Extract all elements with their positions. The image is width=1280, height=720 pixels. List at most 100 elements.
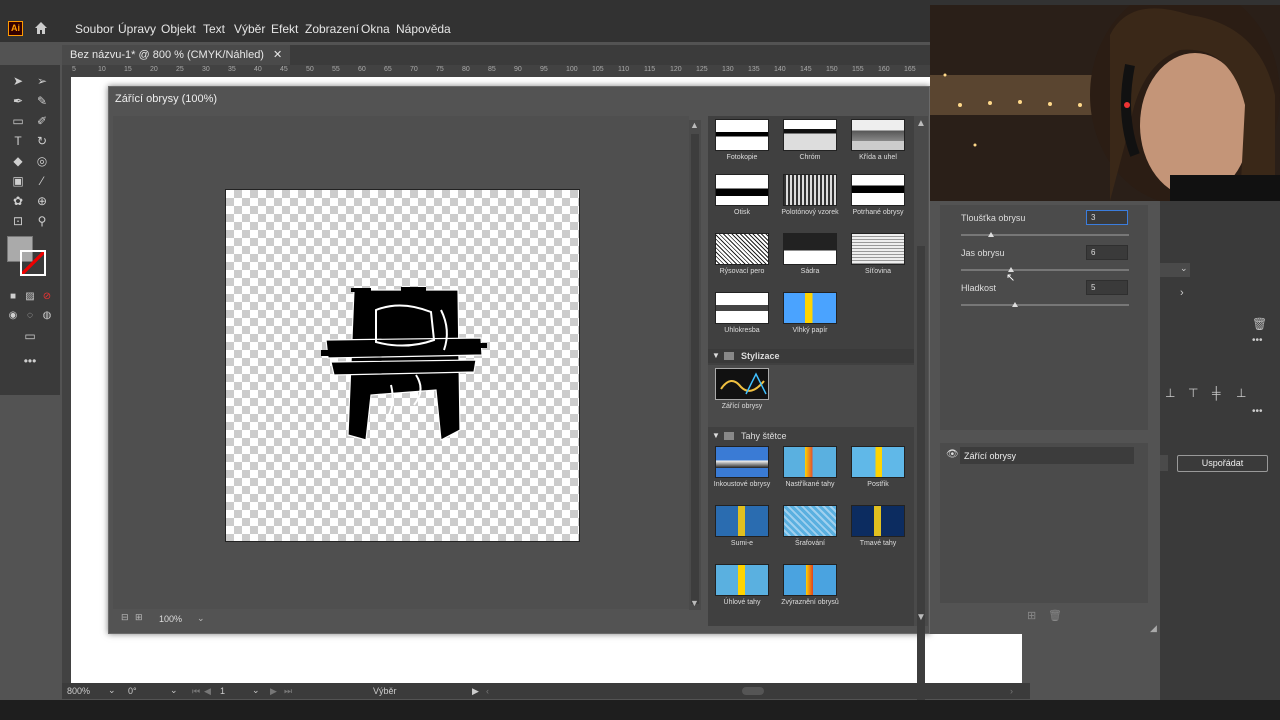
menu-vyber[interactable]: Výběr bbox=[234, 22, 265, 36]
menu-text[interactable]: Text bbox=[203, 22, 225, 36]
section-stylize-header[interactable]: ▼ Stylizace bbox=[708, 349, 914, 363]
artboard-tool-icon[interactable]: ⊡ bbox=[10, 213, 26, 229]
smoothness-slider[interactable] bbox=[961, 304, 1129, 306]
delete-effect-layer-icon[interactable]: 🗑 bbox=[1048, 609, 1062, 622]
section-brush-header[interactable]: ▼ Tahy štětce bbox=[708, 429, 914, 443]
smoothness-input[interactable]: 5 bbox=[1086, 280, 1128, 295]
chevron-down-icon[interactable]: ⌄ bbox=[170, 685, 178, 696]
preview-scrollbar-thumb[interactable] bbox=[691, 134, 699, 604]
home-icon[interactable] bbox=[33, 20, 49, 36]
document-tab[interactable]: Bez názvu-1* @ 800 % (CMYK/Náhled) ✕ bbox=[62, 45, 291, 65]
menu-soubor[interactable]: Soubor bbox=[75, 22, 114, 36]
stroke-color-swatch[interactable] bbox=[20, 250, 46, 276]
scroll-up-icon[interactable]: ▲ bbox=[916, 118, 926, 129]
trash-icon[interactable]: 🗑 bbox=[1252, 317, 1267, 331]
screen-mode-icon[interactable]: ▭ bbox=[22, 328, 38, 344]
filter-sprayed-strokes[interactable]: Nastříkané tahy bbox=[779, 446, 841, 488]
draw-normal-icon[interactable]: ◉ bbox=[5, 308, 21, 324]
chevron-down-icon[interactable]: ⌄ bbox=[252, 685, 260, 696]
filter-crosshatch[interactable]: Šrafování bbox=[779, 505, 841, 547]
smoothness-slider-handle[interactable] bbox=[1011, 302, 1018, 307]
filter-charcoal[interactable]: Uhlokresba bbox=[711, 292, 773, 334]
effect-layer-row[interactable]: 👁 Zářící obrysy bbox=[946, 447, 1134, 464]
visibility-eye-icon[interactable]: 👁 bbox=[946, 449, 959, 460]
filter-chrome[interactable]: Chróm bbox=[779, 119, 841, 161]
status-artboard-number[interactable]: 1 bbox=[220, 686, 225, 696]
new-effect-layer-icon[interactable]: ⊞ bbox=[1027, 609, 1036, 622]
edge-width-slider-handle[interactable] bbox=[988, 232, 995, 237]
filter-halftone[interactable]: Polotónový vzorek bbox=[779, 174, 841, 216]
menu-zobrazeni[interactable]: Zobrazení bbox=[305, 22, 359, 36]
filter-plaster[interactable]: Sádra bbox=[779, 233, 841, 275]
filter-reticulation[interactable]: Síťovina bbox=[847, 233, 909, 275]
gallery-scrollbar-thumb[interactable] bbox=[917, 246, 925, 706]
scroll-up-icon[interactable]: ▲ bbox=[690, 120, 699, 130]
draw-inside-icon[interactable]: ◍ bbox=[39, 308, 55, 324]
filter-chalk-charcoal[interactable]: Křída a uhel bbox=[847, 119, 909, 161]
draw-behind-icon[interactable]: ◌ bbox=[22, 308, 38, 324]
preview-scrollbar[interactable]: ▲ ▼ bbox=[689, 120, 701, 610]
filter-spatter[interactable]: Postřik bbox=[847, 446, 909, 488]
zoom-dropdown-icon[interactable]: ⌄ bbox=[197, 613, 205, 624]
zoom-level[interactable]: 100% bbox=[159, 614, 182, 624]
gradient-tool-icon[interactable]: ▣ bbox=[10, 173, 26, 189]
filter-ink-outlines[interactable]: Inkoustové obrysy bbox=[711, 446, 773, 488]
more-tools-icon[interactable]: ••• bbox=[22, 353, 38, 369]
first-artboard-icon[interactable]: ⏮ bbox=[192, 686, 200, 697]
rotate-tool-icon[interactable]: ↻ bbox=[34, 133, 50, 149]
resize-grip-icon[interactable]: ◢ bbox=[1150, 623, 1157, 634]
filter-graphic-pen[interactable]: Rýsovací pero bbox=[711, 233, 773, 275]
shape-builder-tool-icon[interactable]: ⊕ bbox=[34, 193, 50, 209]
symbol-sprayer-tool-icon[interactable]: ✿ bbox=[10, 193, 26, 209]
scroll-left-icon[interactable]: ‹ bbox=[486, 686, 489, 696]
last-artboard-icon[interactable]: ⏭ bbox=[284, 686, 292, 697]
status-rotation[interactable]: 0° bbox=[128, 686, 137, 696]
pen-tool-icon[interactable]: ✒ bbox=[10, 93, 26, 109]
filter-accented-edges[interactable]: Zvýraznění obrysů bbox=[779, 564, 841, 606]
scroll-down-icon[interactable]: ▼ bbox=[916, 612, 926, 623]
zoom-out-icon[interactable]: ⊟ bbox=[121, 612, 129, 623]
arrange-button[interactable]: Uspořádat bbox=[1177, 455, 1268, 472]
chevron-right-icon[interactable]: › bbox=[1180, 287, 1184, 299]
filter-note-paper[interactable]: Vlhký papír bbox=[779, 292, 841, 334]
edge-width-input[interactable]: 3 bbox=[1086, 210, 1128, 225]
align-top-icon[interactable]: ⊤ bbox=[1188, 386, 1198, 400]
menu-upravy[interactable]: Úpravy bbox=[118, 22, 156, 36]
gradient-color-mode-icon[interactable]: ▨ bbox=[22, 289, 38, 305]
prev-artboard-icon[interactable]: ◀ bbox=[204, 686, 211, 697]
filter-glowing-edges[interactable]: Zářící obrysy bbox=[711, 368, 773, 410]
filter-photocopy[interactable]: Fotokopie bbox=[711, 119, 773, 161]
none-color-mode-icon[interactable]: ⊘ bbox=[39, 289, 55, 305]
status-expand-icon[interactable]: ▶ bbox=[472, 686, 479, 697]
selection-tool-icon[interactable]: ➤ bbox=[10, 73, 26, 89]
next-artboard-icon[interactable]: ▶ bbox=[270, 686, 277, 697]
effect-preview[interactable] bbox=[225, 189, 580, 542]
align-vcenter-icon[interactable]: ╪ bbox=[1212, 386, 1221, 400]
rectangle-tool-icon[interactable]: ▭ bbox=[10, 113, 26, 129]
eraser-tool-icon[interactable]: ◆ bbox=[10, 153, 26, 169]
menu-okna[interactable]: Okna bbox=[361, 22, 390, 36]
lasso-tool-icon[interactable]: ◎ bbox=[34, 153, 50, 169]
menu-efekt[interactable]: Efekt bbox=[271, 22, 298, 36]
close-icon[interactable]: ✕ bbox=[273, 49, 282, 61]
status-zoom[interactable]: 800% bbox=[67, 686, 90, 696]
zoom-in-icon[interactable]: ⊞ bbox=[135, 612, 143, 623]
filter-angled-strokes[interactable]: Úhlové tahy bbox=[711, 564, 773, 606]
filter-torn-edges[interactable]: Potrhané obrysy bbox=[847, 174, 909, 216]
edge-width-slider[interactable] bbox=[961, 234, 1129, 236]
type-tool-icon[interactable]: T bbox=[10, 133, 26, 149]
gallery-scrollbar[interactable]: ▲ ▼ bbox=[914, 116, 928, 706]
edge-brightness-input[interactable]: 6 bbox=[1086, 245, 1128, 260]
zoom-tool-icon[interactable]: ⚲ bbox=[34, 213, 50, 229]
filter-sumi-e[interactable]: Sumi-e bbox=[711, 505, 773, 547]
filter-stamp[interactable]: Otisk bbox=[711, 174, 773, 216]
edge-brightness-slider[interactable] bbox=[961, 269, 1129, 271]
menu-objekt[interactable]: Objekt bbox=[161, 22, 196, 36]
normal-color-mode-icon[interactable]: ■ bbox=[5, 289, 21, 305]
filter-dark-strokes[interactable]: Tmavé tahy bbox=[847, 505, 909, 547]
scroll-down-icon[interactable]: ▼ bbox=[690, 598, 699, 608]
scroll-right-icon[interactable]: › bbox=[1010, 686, 1013, 696]
direct-selection-tool-icon[interactable]: ➢ bbox=[34, 73, 50, 89]
chevron-down-icon[interactable]: ⌄ bbox=[108, 685, 116, 696]
more-align-icon[interactable]: ••• bbox=[1252, 406, 1263, 417]
